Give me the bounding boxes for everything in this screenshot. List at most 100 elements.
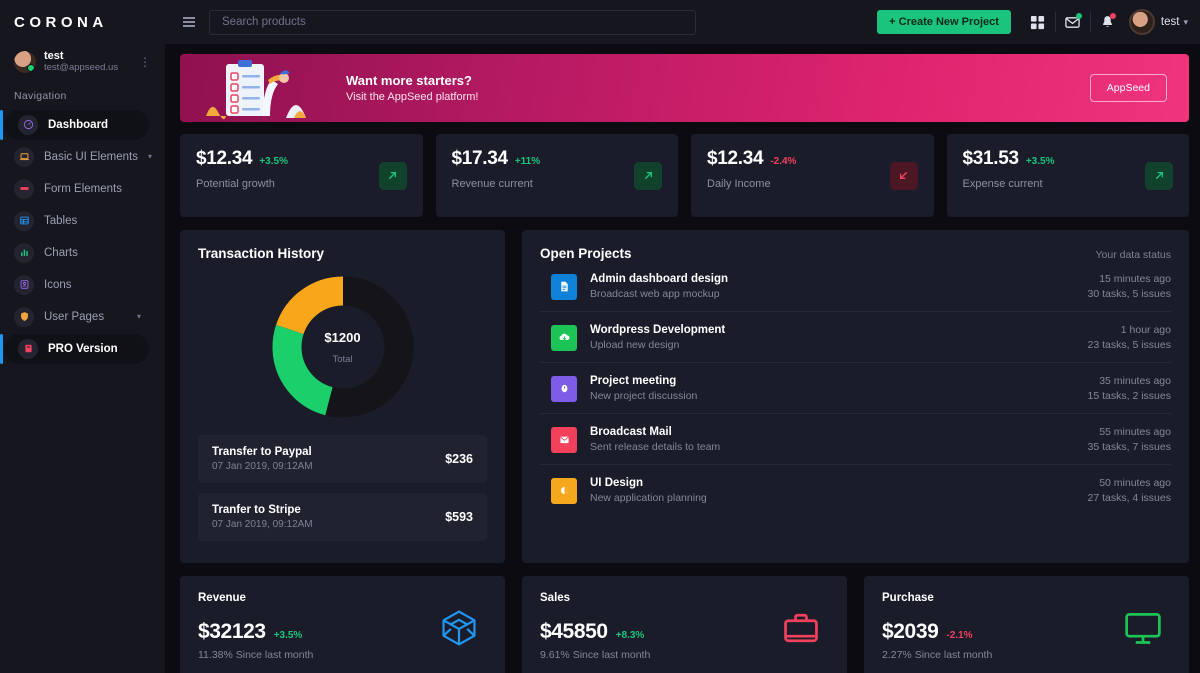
avatar[interactable] — [1128, 9, 1155, 35]
banner-subtitle: Visit the AppSeed platform! — [346, 91, 479, 103]
sidebar-item-charts[interactable]: Charts — [0, 238, 149, 268]
summary-subtext: 2.27% Since last month — [882, 649, 993, 661]
arrow-down-left-icon — [889, 161, 918, 190]
search-input[interactable] — [222, 16, 683, 28]
stat-label: Daily Income — [707, 178, 771, 190]
chevron-down-icon[interactable]: ▾ — [148, 152, 152, 161]
stat-value: $12.34 — [196, 148, 253, 169]
appseed-button[interactable]: AppSeed — [1089, 74, 1167, 102]
summary-delta: +3.5% — [273, 630, 303, 641]
icons-box-icon — [14, 274, 34, 295]
stat-card: $17.34 +11% Revenue current — [435, 134, 678, 217]
clipboard-illustration-icon — [198, 54, 318, 122]
project-row[interactable]: Wordpress Development Upload new design … — [540, 312, 1171, 363]
mail-icon[interactable] — [1056, 0, 1090, 44]
sidebar-item-label: PRO Version — [48, 342, 118, 355]
sidebar-item-icons[interactable]: Icons — [0, 270, 149, 300]
open-projects-card: Open Projects Your data status Admin das… — [522, 230, 1189, 563]
table-icon — [14, 210, 34, 231]
summary-title: Sales — [540, 592, 571, 604]
sidebar-item-label: Form Elements — [44, 182, 122, 195]
sidebar-item-label: Basic UI Elements — [44, 150, 138, 163]
bell-icon[interactable] — [1091, 0, 1125, 44]
sidebar-item-basic-ui-elements[interactable]: Basic UI Elements ▾ — [0, 142, 152, 172]
stat-card: $12.34 +3.5% Potential growth — [180, 134, 423, 217]
create-new-project-button[interactable]: + Create New Project — [877, 10, 1011, 34]
grid-icon[interactable] — [1021, 0, 1055, 44]
project-description: Upload new design — [590, 339, 680, 351]
summary-title: Revenue — [198, 592, 246, 604]
project-time: 1 hour ago — [1120, 324, 1171, 336]
transaction-date: 07 Jan 2019, 09:12AM — [212, 461, 313, 472]
stat-delta: +11% — [514, 156, 541, 167]
monitor-icon — [1123, 608, 1163, 648]
project-description: New application planning — [590, 492, 707, 504]
project-row[interactable]: Project meeting New project discussion 3… — [540, 363, 1171, 414]
transaction-item[interactable]: Transfer to Paypal 07 Jan 2019, 09:12AM … — [198, 435, 487, 483]
summary-card: Sales $45850 +8.3% 9.61% Since last mont… — [522, 576, 847, 673]
project-time: 15 minutes ago — [1099, 273, 1171, 285]
transaction-item[interactable]: Tranfer to Stripe 07 Jan 2019, 09:12AM $… — [198, 493, 487, 541]
project-row[interactable]: Admin dashboard design Broadcast web app… — [540, 261, 1171, 312]
sidebar-item-form-elements[interactable]: Form Elements — [0, 174, 149, 204]
card-title: Transaction History — [198, 246, 325, 261]
project-name: Wordpress Development — [590, 324, 726, 336]
project-row[interactable]: Broadcast Mail Sent release details to t… — [540, 414, 1171, 465]
cube-icon — [439, 608, 479, 648]
card-title: Open Projects — [540, 246, 632, 261]
summary-value: $32123 — [198, 620, 266, 643]
bell-badge — [1109, 13, 1116, 19]
file-icon — [551, 273, 577, 300]
bar-chart-icon — [14, 242, 34, 263]
sidebar-item-label: Charts — [44, 246, 78, 259]
project-name: Admin dashboard design — [590, 273, 729, 285]
project-tasks: 30 tasks, 5 issues — [1087, 288, 1171, 300]
transaction-amount: $236 — [445, 452, 473, 466]
transaction-history-card: Transaction History $1200 Total Transfer… — [180, 230, 505, 563]
sidebar-item-dashboard[interactable]: Dashboard — [0, 109, 149, 140]
topbar-user-name[interactable]: test — [1161, 16, 1180, 28]
sidebar-item-user-pages[interactable]: User Pages ▾ — [0, 302, 149, 332]
summary-subtext: 11.38% Since last month — [198, 649, 314, 661]
project-time: 35 minutes ago — [1099, 375, 1171, 387]
project-description: Sent release details to team — [590, 441, 721, 453]
project-tasks: 35 tasks, 7 issues — [1087, 441, 1171, 453]
form-icon — [14, 178, 34, 199]
project-time: 50 minutes ago — [1099, 477, 1171, 489]
laptop-icon — [14, 146, 34, 167]
brand-logo[interactable]: CORONA — [0, 0, 165, 44]
sidebar-item-pro-version[interactable]: PRO Version — [0, 333, 149, 364]
cloud-upload-icon — [551, 324, 577, 351]
stat-card: $31.53 +3.5% Expense current — [946, 134, 1189, 217]
summary-delta: +8.3% — [615, 630, 645, 641]
chevron-down-icon[interactable]: ▾ — [137, 312, 141, 321]
profile-name: test — [44, 50, 64, 62]
project-row[interactable]: UI Design New application planning 50 mi… — [540, 465, 1171, 515]
search-box[interactable] — [209, 9, 696, 35]
stat-delta: +3.5% — [1025, 156, 1055, 167]
transaction-name: Tranfer to Stripe — [212, 504, 301, 516]
project-name: Broadcast Mail — [590, 426, 672, 438]
stat-label: Expense current — [962, 178, 1043, 190]
banner-title: Want more starters? — [346, 73, 472, 88]
topbar: + Create New Project test ▾ — [165, 0, 1200, 44]
sidebar-item-tables[interactable]: Tables — [0, 206, 149, 236]
hamburger-icon[interactable] — [179, 13, 199, 31]
data-status-label: Your data status — [1095, 249, 1172, 261]
project-tasks: 23 tasks, 5 issues — [1087, 339, 1171, 351]
sidebar-nav: Dashboard Basic UI Elements ▾ Form Eleme… — [0, 109, 165, 364]
speedometer-icon — [18, 114, 38, 135]
briefcase-icon — [781, 608, 821, 648]
main-area: + Create New Project test ▾ — [165, 0, 1200, 673]
profile-email: test@appseed.us — [44, 61, 119, 73]
sidebar-profile[interactable]: test test@appseed.us ⋮ — [0, 44, 165, 84]
stat-card: $12.34 -2.4% Daily Income — [691, 134, 934, 217]
project-tasks: 15 tasks, 2 issues — [1087, 390, 1171, 402]
stat-value: $17.34 — [451, 148, 509, 169]
pie-chart-icon — [551, 477, 577, 504]
dots-vertical-icon[interactable]: ⋮ — [135, 56, 155, 68]
pro-badge-icon — [18, 338, 38, 359]
chevron-down-icon[interactable]: ▾ — [1183, 17, 1188, 28]
stat-cards-row: $12.34 +3.5% Potential growth $17.34 +11… — [180, 134, 1189, 217]
stat-value: $31.53 — [962, 148, 1020, 169]
